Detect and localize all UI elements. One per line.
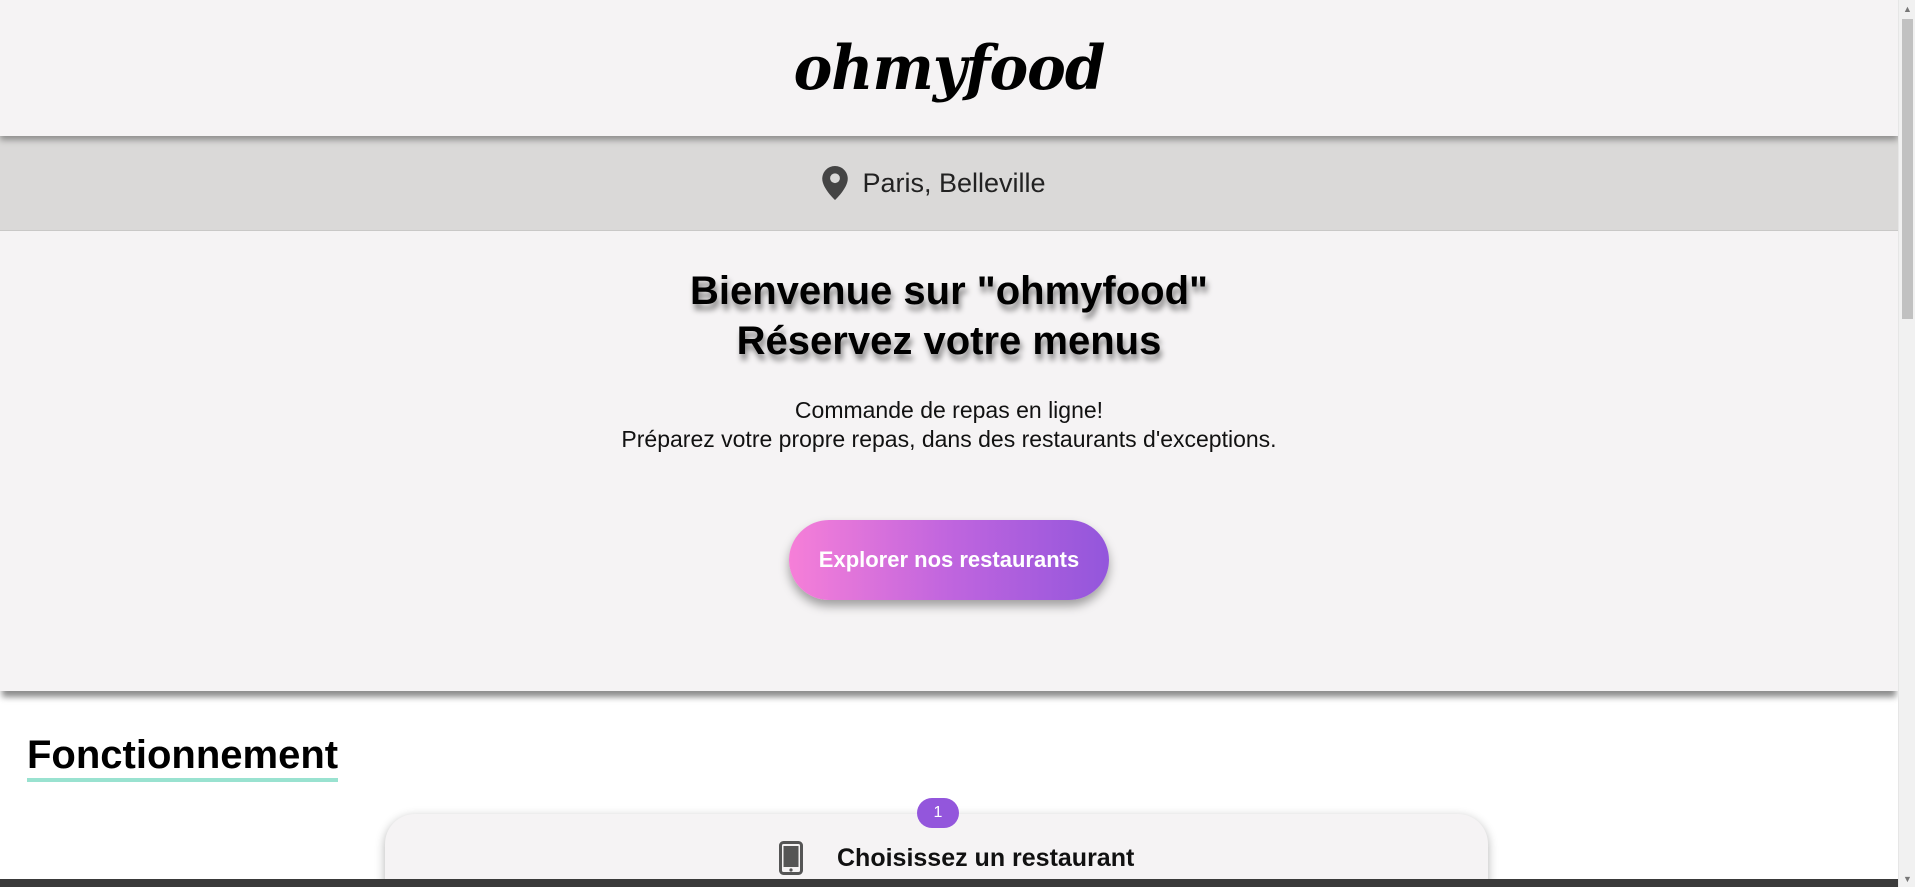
location-bar: Paris, Belleville — [0, 136, 1898, 231]
page-content: ohmyfood Paris, Belleville Bienvenue sur… — [0, 0, 1898, 887]
scrollbar-thumb[interactable] — [1902, 19, 1913, 319]
scroll-down-arrow-icon[interactable]: ▼ — [1899, 870, 1915, 887]
map-pin-icon — [822, 166, 849, 200]
explore-restaurants-button[interactable]: Explorer nos restaurants — [789, 520, 1109, 600]
site-logo[interactable]: ohmyfood — [794, 32, 1106, 103]
location-text: Paris, Belleville — [862, 167, 1046, 198]
hero-title: Bienvenue sur "ohmyfood" Réservez votre … — [0, 231, 1898, 366]
hero-subtitle-line-2: Préparez votre propre repas, dans des re… — [621, 426, 1277, 452]
step-number-badge: 1 — [917, 798, 959, 828]
hero-section: Bienvenue sur "ohmyfood" Réservez votre … — [0, 231, 1898, 691]
taskbar-strip — [0, 879, 1898, 887]
hero-subtitle-line-1: Commande de repas en ligne! — [794, 397, 1104, 423]
hero-subtitle: Commande de repas en ligne! Préparez vot… — [0, 396, 1898, 454]
step-row: Choisissez un restaurant — [779, 841, 1134, 875]
location-group: Paris, Belleville — [822, 166, 1046, 200]
cta-wrapper: Explorer nos restaurants — [0, 520, 1898, 600]
scroll-up-arrow-icon[interactable]: ▲ — [1899, 0, 1915, 17]
page: ohmyfood Paris, Belleville Bienvenue sur… — [0, 0, 1915, 887]
hero-title-line-2: Réservez votre menus — [736, 319, 1162, 363]
how-it-works-section: Fonctionnement 1 Choisissez un restauran… — [0, 691, 1898, 887]
step-label: Choisissez un restaurant — [837, 843, 1135, 872]
how-it-works-title: Fonctionnement — [27, 733, 339, 782]
smartphone-icon — [779, 841, 803, 875]
site-header: ohmyfood — [0, 0, 1898, 136]
vertical-scrollbar[interactable]: ▲ ▼ — [1898, 0, 1915, 887]
hero-title-line-1: Bienvenue sur "ohmyfood" — [690, 269, 1208, 313]
